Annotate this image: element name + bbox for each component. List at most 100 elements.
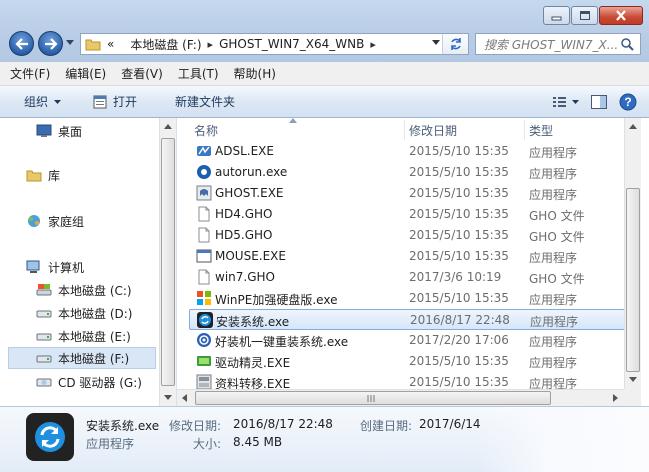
nav-item-drive-e[interactable]: 本地磁盘 (E:) xyxy=(36,325,131,347)
nav-item-drive-f[interactable]: 本地磁盘 (F:) xyxy=(8,347,156,369)
command-bar: 组织 打开 新建文件夹 ? xyxy=(0,86,649,118)
detail-file-name: 安装系统.exe xyxy=(86,419,160,433)
menu-file[interactable]: 文件(F) xyxy=(10,65,50,82)
close-button[interactable] xyxy=(599,6,643,25)
column-divider[interactable] xyxy=(404,120,405,140)
scroll-up-icon[interactable] xyxy=(164,124,172,129)
organize-button[interactable]: 组织 xyxy=(24,93,62,110)
nav-scrollbar[interactable] xyxy=(159,118,176,406)
nav-label-drive-g: CD 驱动器 (G:) xyxy=(58,375,142,390)
file-type: GHO 文件 xyxy=(529,230,585,244)
open-icon xyxy=(93,95,107,108)
help-icon[interactable]: ? xyxy=(619,93,637,111)
maximize-button[interactable] xyxy=(571,6,598,25)
back-button[interactable] xyxy=(9,31,34,56)
file-type: 应用程序 xyxy=(529,335,578,349)
column-type[interactable]: 类型 xyxy=(529,122,553,139)
scroll-right-icon[interactable] xyxy=(613,394,618,402)
file-name: GHOST.EXE xyxy=(215,186,284,200)
menu-view[interactable]: 查看(V) xyxy=(121,65,163,82)
recent-pages-dropdown-icon[interactable] xyxy=(66,40,74,45)
scroll-down-icon[interactable] xyxy=(629,377,637,382)
detail-modified-value: 2016/8/17 22:48 xyxy=(233,417,333,431)
new-folder-button[interactable]: 新建文件夹 xyxy=(175,93,235,110)
file-type: GHO 文件 xyxy=(529,272,585,286)
arrow-right-icon xyxy=(44,37,58,50)
nav-item-drive-g[interactable]: CD 驱动器 (G:) xyxy=(36,371,142,393)
nav-item-drive-c[interactable]: 本地磁盘 (C:) xyxy=(36,279,132,301)
forward-button[interactable] xyxy=(38,31,63,56)
column-name[interactable]: 名称 xyxy=(194,122,218,139)
breadcrumb-separator-icon[interactable]: ▸ xyxy=(208,38,214,51)
refresh-button[interactable] xyxy=(442,34,468,54)
ghost-icon xyxy=(196,185,212,201)
file-row[interactable]: 安装系统.exe 2016/8/17 22:48 应用程序 xyxy=(189,309,625,330)
file-modified: 2015/5/10 15:35 xyxy=(409,375,509,389)
window-controls xyxy=(542,6,643,25)
file-name: 安装系统.exe xyxy=(216,315,290,329)
homegroup-icon xyxy=(26,214,42,228)
search-icon[interactable] xyxy=(621,38,634,51)
menu-tools[interactable]: 工具(T) xyxy=(178,65,219,82)
nav-label-homegroup: 家庭组 xyxy=(48,214,85,229)
drive-icon xyxy=(36,306,52,320)
nav-item-drive-d[interactable]: 本地磁盘 (D:) xyxy=(36,302,132,324)
menu-edit[interactable]: 编辑(E) xyxy=(65,65,106,82)
file-type: 应用程序 xyxy=(529,293,578,307)
horizontal-scrollbar-thumb[interactable] xyxy=(195,391,551,405)
column-divider[interactable] xyxy=(524,120,525,140)
file-row[interactable]: 好装机一键重装系统.exe 2017/2/20 17:06 应用程序 xyxy=(189,330,625,351)
chevron-down-icon xyxy=(54,99,62,104)
breadcrumb-separator-icon[interactable]: ▸ xyxy=(370,38,376,51)
nav-item-computer[interactable]: 计算机 xyxy=(26,256,84,278)
details-pane: 安装系统.exe 应用程序 修改日期: 2016/8/17 22:48 大小: … xyxy=(0,406,649,472)
open-button[interactable]: 打开 xyxy=(93,93,137,110)
change-view-icon[interactable] xyxy=(553,95,579,109)
file-row[interactable]: HD4.GHO 2015/5/10 15:35 GHO 文件 xyxy=(189,204,625,225)
transfer-icon xyxy=(196,374,212,390)
address-bar[interactable]: « 本地磁盘 (F:) ▸ GHOST_WIN7_X64_WNB ▸ xyxy=(80,33,469,55)
nav-item-homegroup[interactable]: 家庭组 xyxy=(26,210,84,232)
vertical-scrollbar[interactable] xyxy=(624,118,641,389)
file-row[interactable]: autorun.exe 2015/5/10 15:35 应用程序 xyxy=(189,162,625,183)
file-name: 驱动精灵.EXE xyxy=(215,356,291,370)
file-row[interactable]: WinPE加强硬盘版.exe 2015/5/10 15:35 应用程序 xyxy=(189,288,625,309)
address-dropdown-icon[interactable] xyxy=(432,40,440,45)
preview-pane-icon[interactable] xyxy=(591,95,607,109)
driver-icon xyxy=(197,356,211,366)
file-row[interactable]: win7.GHO 2017/3/6 10:19 GHO 文件 xyxy=(189,267,625,288)
winpe-icon xyxy=(197,291,211,305)
horizontal-scrollbar[interactable] xyxy=(177,389,624,406)
search-input[interactable]: 搜索 GHOST_WIN7_X... xyxy=(475,33,641,55)
minimize-button[interactable] xyxy=(543,6,570,25)
refresh-circle-icon xyxy=(35,422,65,452)
file-list: 名称 修改日期 类型 ADSL.EXE 2015/5/10 15:35 应用程序 au… xyxy=(177,118,649,406)
arrow-left-icon xyxy=(14,37,28,50)
file-modified: 2015/5/10 15:35 xyxy=(409,207,509,221)
file-row[interactable]: 驱动精灵.EXE 2015/5/10 15:35 应用程序 xyxy=(189,351,625,372)
file-row[interactable]: GHOST.EXE 2015/5/10 15:35 应用程序 xyxy=(189,183,625,204)
file-row[interactable]: ADSL.EXE 2015/5/10 15:35 应用程序 xyxy=(189,141,625,162)
library-icon xyxy=(26,168,42,182)
detail-size-value: 8.45 MB xyxy=(233,435,283,449)
breadcrumb-folder[interactable]: GHOST_WIN7_X64_WNB xyxy=(219,37,364,51)
view-controls: ? xyxy=(553,86,649,118)
nav-item-libraries[interactable]: 库 xyxy=(26,164,60,186)
nav-scrollbar-thumb[interactable] xyxy=(161,138,175,386)
menu-help[interactable]: 帮助(H) xyxy=(234,65,276,82)
nav-label-drive-c: 本地磁盘 (C:) xyxy=(58,283,132,298)
file-row[interactable]: MOUSE.EXE 2015/5/10 15:35 应用程序 xyxy=(189,246,625,267)
column-modified[interactable]: 修改日期 xyxy=(409,122,457,139)
scroll-up-icon[interactable] xyxy=(629,124,637,129)
detail-created-value: 2017/6/14 xyxy=(419,417,481,431)
file-row[interactable]: HD5.GHO 2015/5/10 15:35 GHO 文件 xyxy=(189,225,625,246)
scroll-down-icon[interactable] xyxy=(164,395,172,400)
vertical-scrollbar-thumb[interactable] xyxy=(626,188,640,372)
file-modified: 2017/2/20 17:06 xyxy=(409,333,509,347)
breadcrumb-drive[interactable]: 本地磁盘 (F:) xyxy=(130,36,201,53)
file-name: HD4.GHO xyxy=(215,207,273,221)
autorun-icon xyxy=(197,165,211,179)
nav-item-desktop[interactable]: 桌面 xyxy=(36,120,82,142)
scroll-left-icon[interactable] xyxy=(182,394,187,402)
address-prefix[interactable]: « xyxy=(107,37,114,51)
